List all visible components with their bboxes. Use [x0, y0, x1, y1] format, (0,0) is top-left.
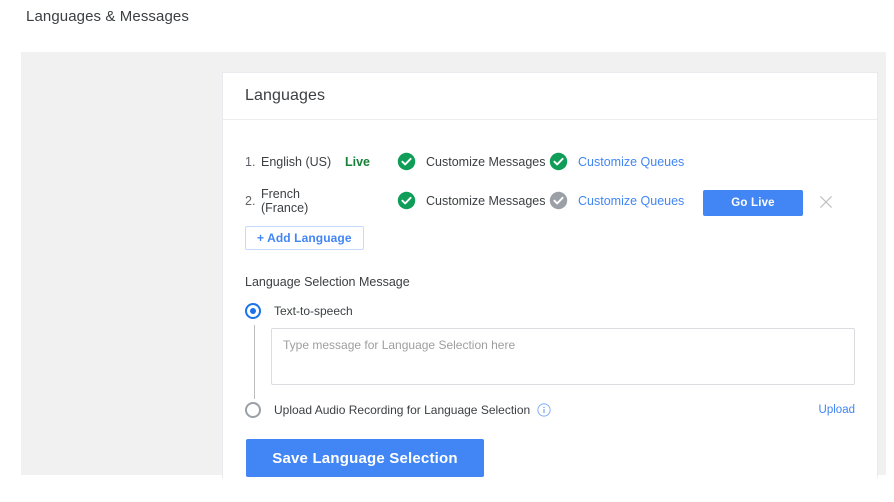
top-bar: Languages & Messages	[0, 0, 894, 52]
customize-messages-label: Customize Messages	[426, 154, 546, 169]
language-row: 1. English (US) Live Customize Messages	[245, 142, 855, 181]
close-icon[interactable]	[817, 193, 835, 211]
upload-link[interactable]: Upload	[819, 404, 855, 416]
option-connector-line	[254, 325, 255, 399]
message-textarea[interactable]	[271, 328, 855, 385]
card-header: Languages	[223, 73, 877, 120]
text-to-speech-label: Text-to-speech	[274, 304, 353, 318]
languages-card: Languages 1. English (US) Live Customize…	[222, 72, 878, 478]
card-title: Languages	[245, 87, 326, 104]
go-live-button[interactable]: Go Live	[703, 190, 803, 216]
text-to-speech-radio[interactable]	[245, 303, 261, 319]
customize-messages-option[interactable]: Customize Messages	[397, 191, 549, 210]
customize-queues-option[interactable]: Customize Queues	[549, 152, 684, 171]
customize-messages-label: Customize Messages	[426, 193, 546, 208]
check-circle-green-icon	[549, 152, 568, 171]
page-title: Languages & Messages	[26, 8, 189, 25]
language-status-live: Live	[345, 154, 371, 169]
message-textarea-wrapper	[245, 328, 855, 390]
upload-audio-option[interactable]: Upload Audio Recording for Language Sele…	[245, 402, 855, 418]
add-language-button[interactable]: + Add Language	[245, 226, 364, 250]
language-name: English (US)	[261, 154, 332, 169]
language-index: 1.	[245, 154, 256, 169]
check-circle-green-icon	[397, 191, 416, 210]
customize-queues-label[interactable]: Customize Queues	[578, 155, 684, 169]
upload-audio-label: Upload Audio Recording for Language Sele…	[274, 403, 531, 417]
check-circle-green-icon	[397, 152, 416, 171]
check-circle-gray-icon	[549, 191, 568, 210]
card-body: 1. English (US) Live Customize Messages	[223, 120, 877, 477]
text-to-speech-option[interactable]: Text-to-speech	[245, 303, 855, 319]
customize-queues-label[interactable]: Customize Queues	[578, 194, 684, 208]
page-root: Languages & Messages Languages 1. Englis…	[0, 0, 894, 502]
selection-message-options: Text-to-speech Upload Audio Recording fo…	[245, 303, 855, 418]
customize-messages-option[interactable]: Customize Messages	[397, 152, 549, 171]
language-row: 2. French (France) Customize Messages Cu…	[245, 181, 855, 220]
upload-audio-radio[interactable]	[245, 402, 261, 418]
add-language-row: + Add Language	[245, 220, 855, 250]
customize-queues-option[interactable]: Customize Queues	[549, 191, 684, 210]
save-language-selection-button[interactable]: Save Language Selection	[246, 439, 484, 477]
language-name: French (France)	[261, 186, 309, 215]
language-selection-message-label: Language Selection Message	[245, 275, 410, 289]
language-index: 2.	[245, 193, 256, 208]
info-circle-icon[interactable]	[537, 403, 551, 417]
